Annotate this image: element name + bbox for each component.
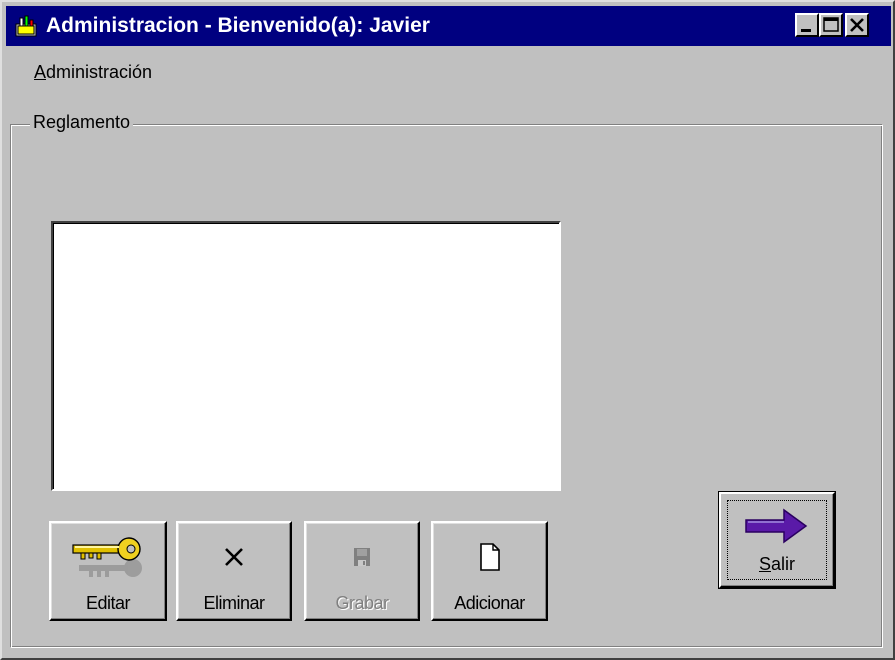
eliminar-button[interactable]: Eliminar [176,521,292,621]
maximize-button[interactable] [819,13,843,37]
adicionar-label: Adicionar [454,593,525,613]
menu-bar: Administración [6,50,891,90]
window-title: Administracion - Bienvenido(a): Javier [46,14,430,37]
minimize-icon [801,29,811,32]
arrow-right-icon [719,506,835,546]
menu-administracion[interactable]: Administración [34,62,152,83]
group-label: Reglamento [30,112,134,133]
floppy-disk-icon [306,535,418,579]
salir-label: Salir [758,554,796,574]
close-button[interactable] [845,13,869,37]
grabar-label: Grabar [335,593,389,613]
maximize-icon [823,17,839,32]
editar-label: Editar [85,593,131,613]
close-icon [850,18,864,32]
key-icon [51,535,165,579]
app-icon[interactable] [14,14,38,38]
minimize-button[interactable] [795,13,819,37]
grabar-button[interactable]: Grabar [304,521,420,621]
adicionar-button[interactable]: Adicionar [431,521,548,621]
title-bar[interactable]: Administracion - Bienvenido(a): Javier [6,6,891,46]
salir-button[interactable]: Salir [718,491,836,589]
delete-x-icon [178,535,290,579]
reglamento-listbox[interactable] [51,221,561,491]
new-document-icon [433,535,546,579]
eliminar-label: Eliminar [203,593,265,613]
editar-button[interactable]: Editar [49,521,167,621]
